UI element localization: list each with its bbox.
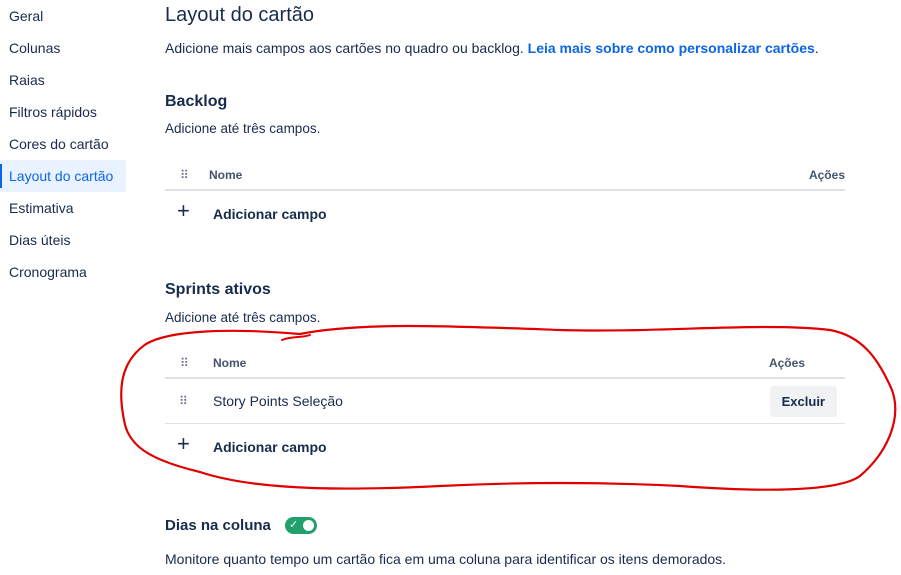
sidebar-item-cores-do-cartao[interactable]: Cores do cartão	[0, 128, 126, 160]
add-field-button[interactable]: + Adicionar campo	[165, 424, 845, 470]
drag-handle-icon[interactable]: ⠿	[179, 395, 188, 407]
sidebar-item-cronograma[interactable]: Cronograma	[0, 256, 126, 288]
page: Geral Colunas Raias Filtros rápidos Core…	[0, 0, 901, 575]
active-sprints-description: Adicione até três campos.	[165, 310, 321, 325]
toggle-knob	[303, 520, 314, 531]
sidebar-item-colunas[interactable]: Colunas	[0, 32, 126, 64]
table-header: ⠿ Nome Ações	[165, 349, 845, 379]
intro-period: .	[814, 40, 819, 56]
learn-more-link[interactable]: Leia mais sobre como personalizar cartõe…	[528, 40, 815, 56]
sidebar-item-estimativa[interactable]: Estimativa	[0, 192, 126, 224]
column-header-actions: Ações	[808, 168, 845, 182]
table-header: ⠿ Nome Ações	[165, 161, 845, 191]
add-field-button[interactable]: + Adicionar campo	[165, 191, 845, 237]
drag-handle-icon: ⠿	[180, 356, 189, 370]
plus-icon: +	[177, 431, 190, 456]
active-sprints-fields-table: ⠿ Nome Ações ⠿ Story Points Seleção Excl…	[165, 349, 845, 470]
sidebar-item-layout-do-cartao[interactable]: Layout do cartão	[0, 160, 126, 192]
days-in-column-description: Monitore quanto tempo um cartão fica em …	[165, 551, 727, 567]
days-in-column-toggle[interactable]: ✓	[285, 517, 317, 534]
intro-text: Adicione mais campos aos cartões no quad…	[165, 40, 819, 56]
drag-handle-icon: ⠿	[180, 168, 189, 182]
sidebar-item-dias-uteis[interactable]: Dias úteis	[0, 224, 126, 256]
plus-icon: +	[177, 198, 190, 223]
active-sprints-title: Sprints ativos	[165, 281, 271, 298]
sidebar-item-geral[interactable]: Geral	[0, 0, 126, 32]
red-annotation-circle	[120, 324, 897, 491]
add-field-label: Adicionar campo	[213, 439, 327, 455]
backlog-fields-table: ⠿ Nome Ações + Adicionar campo	[165, 161, 845, 237]
column-header-actions: Ações	[768, 356, 805, 370]
sidebar-item-raias[interactable]: Raias	[0, 64, 126, 96]
add-field-label: Adicionar campo	[213, 206, 327, 222]
page-title: Layout do cartão	[165, 4, 314, 26]
column-header-name: Nome	[209, 168, 243, 182]
column-header-name: Nome	[213, 356, 247, 370]
days-in-column-label: Dias na coluna	[165, 517, 271, 534]
delete-button[interactable]: Excluir	[769, 386, 837, 417]
intro-description: Adicione mais campos aos cartões no quad…	[165, 40, 528, 56]
backlog-title: Backlog	[165, 93, 228, 110]
check-icon: ✓	[289, 519, 299, 531]
table-row: ⠿ Story Points Seleção Excluir	[165, 379, 845, 424]
backlog-description: Adicione até três campos.	[165, 121, 321, 136]
field-name: Story Points Seleção	[213, 393, 343, 409]
sidebar-item-filtros-rapidos[interactable]: Filtros rápidos	[0, 96, 126, 128]
